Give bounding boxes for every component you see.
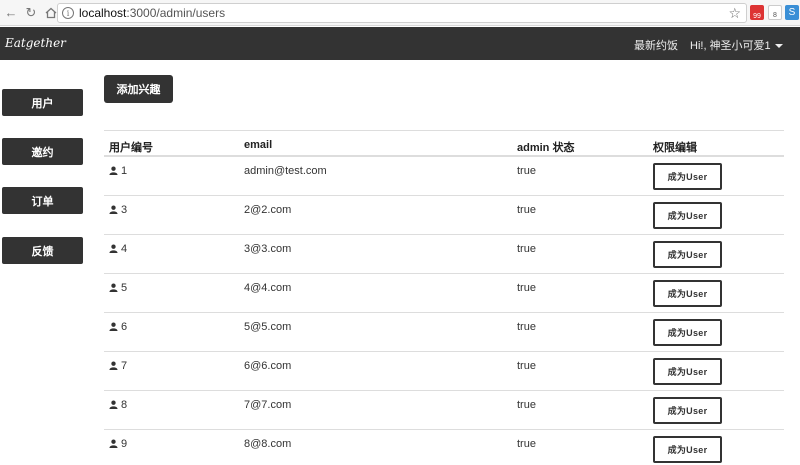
- admin-status-cell: true: [517, 399, 536, 411]
- table-row: 7 6@6.com true 成为User: [104, 352, 784, 391]
- sidebar-item-feedback[interactable]: 反馈: [2, 237, 83, 264]
- app-navbar: Eatgether 最新约饭 Hi!, 神圣小可爱1: [0, 27, 800, 60]
- user-id-cell: 9: [109, 438, 127, 451]
- admin-status-cell: true: [517, 165, 536, 177]
- google-extension-icon[interactable]: 8: [768, 5, 782, 20]
- users-table: 用户编号 email admin 状态 权限编辑 1 admin@test.co…: [104, 130, 784, 465]
- user-icon: [109, 400, 118, 412]
- table-row: 6 5@5.com true 成为User: [104, 313, 784, 352]
- user-id-cell: 4: [109, 243, 127, 256]
- admin-status-cell: true: [517, 321, 536, 333]
- url-text: localhost:3000/admin/users: [79, 6, 226, 20]
- user-id-cell: 6: [109, 321, 127, 334]
- user-icon: [109, 283, 118, 295]
- email-cell: 8@8.com: [244, 438, 292, 450]
- user-icon: [109, 439, 118, 451]
- sidebar-item-orders[interactable]: 订单: [2, 187, 83, 214]
- header-user-id: 用户编号: [109, 142, 153, 154]
- user-icon: [109, 166, 118, 178]
- email-cell: 7@7.com: [244, 399, 292, 411]
- user-icon: [109, 322, 118, 334]
- header-email: email: [244, 139, 273, 151]
- table-row: 5 4@4.com true 成为User: [104, 274, 784, 313]
- make-user-button[interactable]: 成为User: [653, 280, 722, 307]
- make-user-button[interactable]: 成为User: [653, 436, 722, 463]
- reload-icon[interactable]: ↻: [22, 4, 40, 22]
- email-cell: admin@test.com: [244, 165, 327, 177]
- user-dropdown[interactable]: Hi!, 神圣小可爱1: [690, 37, 783, 53]
- sidebar-item-users[interactable]: 用户: [2, 89, 83, 116]
- email-cell: 5@5.com: [244, 321, 292, 333]
- email-cell: 3@3.com: [244, 243, 292, 255]
- back-icon[interactable]: ←: [2, 4, 20, 22]
- email-cell: 2@2.com: [244, 204, 292, 216]
- email-cell: 4@4.com: [244, 282, 292, 294]
- latest-meals-link[interactable]: 最新约饭: [634, 37, 678, 53]
- admin-status-cell: true: [517, 282, 536, 294]
- user-id-cell: 1: [109, 165, 127, 178]
- info-icon[interactable]: i: [62, 7, 74, 19]
- user-icon: [109, 361, 118, 373]
- admin-status-cell: true: [517, 204, 536, 216]
- user-id-cell: 3: [109, 204, 127, 217]
- table-row: 9 8@8.com true 成为User: [104, 430, 784, 465]
- address-bar[interactable]: i localhost:3000/admin/users ☆: [57, 3, 747, 23]
- user-id-cell: 7: [109, 360, 127, 373]
- admin-status-cell: true: [517, 438, 536, 450]
- table-row: 4 3@3.com true 成为User: [104, 235, 784, 274]
- table-row: 1 admin@test.com true 成为User: [104, 157, 784, 196]
- admin-status-cell: true: [517, 243, 536, 255]
- email-cell: 6@6.com: [244, 360, 292, 372]
- make-user-button[interactable]: 成为User: [653, 241, 722, 268]
- table-row: 8 7@7.com true 成为User: [104, 391, 784, 430]
- admin-status-cell: true: [517, 360, 536, 372]
- make-user-button[interactable]: 成为User: [653, 202, 722, 229]
- table-header: 用户编号 email admin 状态 权限编辑: [104, 130, 784, 157]
- header-permission-edit: 权限编辑: [653, 142, 697, 154]
- make-user-button[interactable]: 成为User: [653, 397, 722, 424]
- user-icon: [109, 205, 118, 217]
- make-user-button[interactable]: 成为User: [653, 358, 722, 385]
- bookmark-star-icon[interactable]: ☆: [728, 5, 741, 22]
- brand-logo[interactable]: Eatgether: [5, 36, 66, 50]
- user-id-cell: 8: [109, 399, 127, 412]
- user-id-cell: 5: [109, 282, 127, 295]
- make-user-button[interactable]: 成为User: [653, 319, 722, 346]
- make-user-button[interactable]: 成为User: [653, 163, 722, 190]
- caret-down-icon: [774, 44, 783, 49]
- table-row: 3 2@2.com true 成为User: [104, 196, 784, 235]
- mail-extension-icon[interactable]: 99: [750, 5, 764, 20]
- s-extension-icon[interactable]: S: [785, 5, 799, 20]
- user-icon: [109, 244, 118, 256]
- add-interest-button[interactable]: 添加兴趣: [104, 75, 173, 103]
- header-admin-status: admin 状态: [517, 142, 575, 154]
- sidebar-item-invitations[interactable]: 邀约: [2, 138, 83, 165]
